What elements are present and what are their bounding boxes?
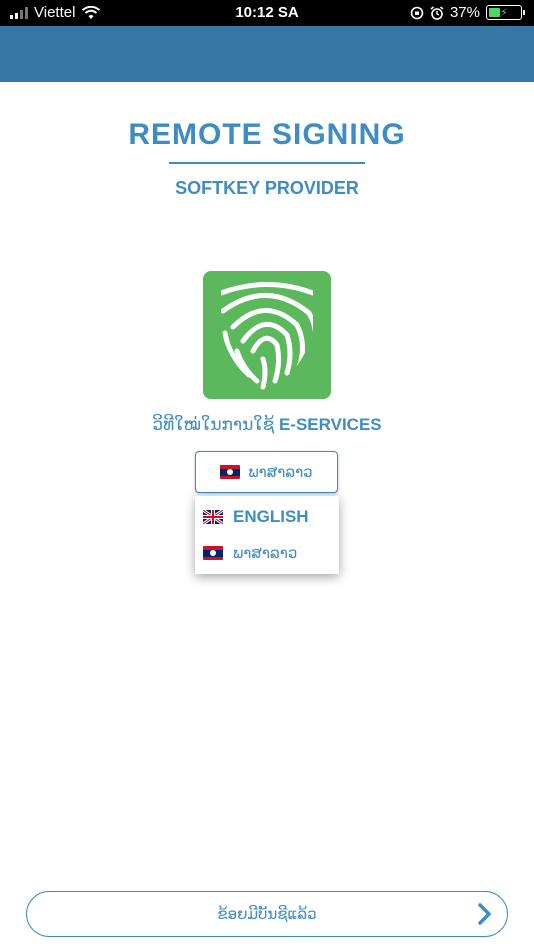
battery-percent: 37% <box>449 4 480 21</box>
status-right: 37% ⚡ <box>410 4 525 21</box>
selected-language: ພາສາລາວ <box>248 464 313 481</box>
language-option-label: ENGLISH <box>233 507 309 526</box>
page-subtitle: SOFTKEY PROVIDER <box>175 178 359 198</box>
status-bar: Viettel 10:12 SA 37% ⚡ <box>0 0 534 26</box>
fingerprint-icon <box>203 282 331 399</box>
language-option-english[interactable]: ENGLISH <box>203 507 309 527</box>
tagline: ວິທີໃໝ່ໃນການໃຊ້ E-SERVICES <box>0 415 534 435</box>
lao-flag-icon <box>220 465 241 479</box>
page-title: REMOTE SIGNING <box>128 118 406 151</box>
language-option-label: ພາສາລາວ <box>233 545 298 562</box>
tagline-lao: ວິທີໃໝ່ໃນການໃຊ້ <box>152 415 275 434</box>
language-dropdown: ENGLISH ພາສາລາວ <box>195 496 339 574</box>
chevron-right-icon <box>478 903 491 925</box>
title-divider <box>169 162 365 164</box>
header-band <box>0 26 534 82</box>
have-account-label: ຂ້ອຍມີບັນຊີແລ້ວ <box>217 906 317 923</box>
app-logo <box>203 271 331 399</box>
uk-flag-icon <box>203 510 223 524</box>
have-account-button[interactable]: ຂ້ອຍມີບັນຊີແລ້ວ <box>26 891 508 937</box>
alarm-icon <box>430 5 444 20</box>
language-selector[interactable]: ພາສາລາວ <box>195 451 338 493</box>
rotation-lock-icon <box>410 6 424 19</box>
lao-flag-icon <box>203 546 223 560</box>
tagline-brand: E-SERVICES <box>278 415 382 434</box>
language-option-lao[interactable]: ພາສາລາວ <box>203 544 297 562</box>
battery-icon: ⚡ <box>486 5 525 20</box>
